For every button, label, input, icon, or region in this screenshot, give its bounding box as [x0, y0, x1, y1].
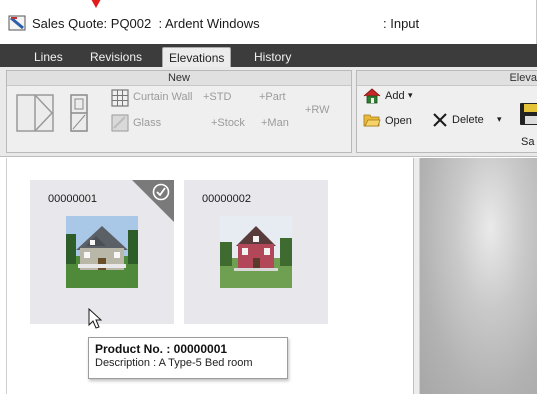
open-button[interactable]: Open [385, 115, 412, 127]
door-icon[interactable] [15, 93, 55, 133]
delete-button[interactable]: Delete [452, 114, 484, 126]
glass-button[interactable]: Glass [133, 117, 161, 129]
add-dropdown-chevron-icon[interactable]: ▾ [408, 90, 413, 101]
ribbon-group-elevation: Eleva Add ▾ Open Delete ▾ Sa [356, 70, 537, 153]
ribbon-group-new: New Curtain Wall Glass +STD +Part +Stock… [6, 70, 352, 153]
ribbon-group-new-title: New [7, 71, 351, 86]
save-button-label[interactable]: Sa [521, 136, 534, 148]
tab-revisions[interactable]: Revisions [84, 47, 148, 67]
window-icon[interactable] [69, 93, 89, 133]
title-bar: Sales Quote: PQ002 : Ardent Windows : In… [0, 0, 537, 44]
glass-icon[interactable] [111, 114, 129, 132]
add-man-button[interactable]: +Man [261, 117, 289, 129]
tab-lines[interactable]: Lines [28, 47, 69, 67]
tab-bar: Lines Revisions Elevations History [0, 44, 537, 67]
app-icon [8, 15, 26, 31]
pointer-marker-icon [91, 0, 101, 8]
add-house-icon[interactable] [363, 88, 381, 104]
add-part-button[interactable]: +Part [259, 91, 286, 103]
preview-image [420, 158, 537, 394]
save-icon[interactable] [519, 102, 537, 126]
elevation-number: 00000002 [202, 193, 251, 205]
delete-x-icon[interactable] [432, 112, 448, 128]
elevation-preview-pane [420, 158, 537, 394]
add-rw-button[interactable]: +RW [305, 104, 330, 116]
add-button[interactable]: Add [385, 90, 405, 102]
window-title: Sales Quote: PQ002 : Ardent Windows [32, 16, 260, 31]
add-std-button[interactable]: +STD [203, 91, 231, 103]
house-thumbnail [220, 216, 292, 288]
delete-dropdown-chevron-icon[interactable]: ▾ [497, 114, 502, 125]
elevation-number: 00000001 [48, 193, 97, 205]
tooltip-description: Description : A Type-5 Bed room [95, 357, 253, 369]
elevation-card-2[interactable]: 00000002 [184, 180, 328, 324]
window-mode: : Input [383, 16, 420, 31]
product-tooltip: Product No. : 00000001 Description : A T… [88, 337, 288, 379]
checkmark-icon [152, 183, 170, 201]
tab-elevations[interactable]: Elevations [162, 47, 232, 67]
mouse-pointer-icon [88, 308, 102, 329]
tooltip-product-number: Product No. : 00000001 [95, 342, 228, 356]
house-thumbnail [66, 216, 138, 288]
curtain-wall-icon[interactable] [111, 89, 129, 107]
add-stock-button[interactable]: +Stock [211, 117, 245, 129]
elevation-card-1[interactable]: 00000001 [30, 180, 174, 324]
open-folder-icon[interactable] [363, 112, 381, 128]
curtain-wall-button[interactable]: Curtain Wall [133, 91, 193, 103]
tab-history[interactable]: History [248, 47, 297, 67]
ribbon-group-elevation-title: Eleva [357, 71, 537, 86]
ribbon: New Curtain Wall Glass +STD +Part +Stock… [0, 67, 537, 157]
